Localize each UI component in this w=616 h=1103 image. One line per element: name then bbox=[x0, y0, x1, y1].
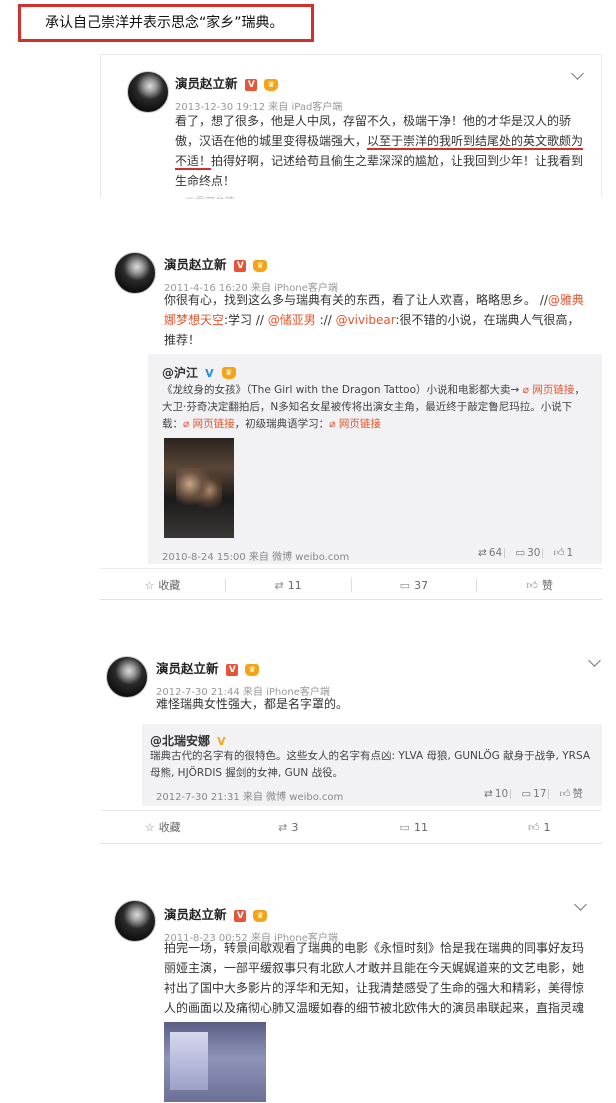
repost-stats: ⇄ 10 ▭ 17 👍︎ 赞 bbox=[484, 788, 583, 800]
web-link[interactable]: ⌀ 网页链接 bbox=[183, 418, 235, 430]
verified-v-icon: V bbox=[234, 259, 247, 272]
repost-author[interactable]: @北瑞安娜 bbox=[150, 734, 210, 748]
avatar[interactable] bbox=[114, 252, 156, 294]
verified-v-icon: V bbox=[234, 909, 247, 922]
movie-poster-image[interactable] bbox=[164, 438, 234, 538]
like-icon: 👍︎ bbox=[528, 820, 540, 834]
author-name[interactable]: 演员赵立新 bbox=[164, 907, 227, 922]
vip-crown-icon: ♛ bbox=[253, 909, 268, 922]
retweet-icon: ⇄ bbox=[274, 578, 284, 592]
web-link[interactable]: ⌀ 网页链接 bbox=[329, 418, 381, 430]
like-icon: 👍︎ bbox=[526, 579, 538, 592]
retweet-button[interactable]: ⇄ 3 bbox=[226, 821, 352, 834]
author-name[interactable]: 演员赵立新 bbox=[156, 661, 219, 676]
retweet-icon: ⇄ bbox=[278, 820, 288, 834]
comment-icon[interactable]: ▭ bbox=[521, 788, 531, 800]
repost-stats: ⇄ 64 ▭ 30 👍︎ 1 bbox=[478, 547, 574, 559]
like-button[interactable]: 👍︎ 1 bbox=[477, 821, 603, 834]
caption-box: 承认自己崇洋并表示思念“家乡”瑞典。 bbox=[18, 4, 314, 42]
repost-card: @北瑞安娜 V 瑞典古代的名字有的很特色。这些女人的名字有点凶: YLVA 母狼… bbox=[142, 724, 602, 806]
favorite-button[interactable]: ☆ 收藏 bbox=[100, 577, 225, 593]
like-icon[interactable]: 👍︎ bbox=[553, 547, 564, 559]
repost-footer: 2010-8-24 15:00 来自 微博 weibo.com bbox=[162, 552, 350, 563]
like-button[interactable]: 👍︎ 赞 bbox=[477, 577, 602, 593]
weibo-post-2: 演员赵立新 V ♛ 2011-4-16 16:20 来自 iPhone客户端 你… bbox=[100, 242, 602, 600]
caption-text: 承认自己崇洋并表示思念“家乡”瑞典。 bbox=[45, 15, 284, 31]
avatar[interactable] bbox=[106, 656, 148, 698]
verified-v-icon: V bbox=[245, 78, 258, 91]
weibo-post-4: 演员赵立新 V ♛ 2011-8-23 00:52 来自 iPhone客户端 拍… bbox=[100, 892, 602, 1103]
comment-icon: ▭ bbox=[399, 578, 411, 592]
avatar[interactable] bbox=[114, 900, 156, 942]
post-text: 难怪瑞典女性强大，都是名字罩的。 bbox=[156, 697, 349, 711]
movie-screenshot-image[interactable] bbox=[164, 1022, 266, 1102]
retweet-icon[interactable]: ⇄ bbox=[478, 547, 487, 559]
retweet-icon[interactable]: ⇄ bbox=[484, 788, 493, 800]
vip-crown-icon: ♛ bbox=[264, 78, 279, 91]
web-link[interactable]: ⌀ 网页链接 bbox=[523, 384, 575, 396]
retweet-button[interactable]: ⇄ 11 bbox=[226, 579, 351, 592]
star-icon: ☆ bbox=[144, 821, 155, 834]
post-text: 拍完一场，转景间歇观看了瑞典的电影《永恒时刻》恰是我在瑞典的同事好友玛丽娅主演，… bbox=[164, 941, 585, 1015]
vip-crown-icon: ♛ bbox=[253, 259, 268, 272]
action-bar: ☆ 收藏 ⇄ 11 ▭ 37 👍︎ 赞 bbox=[100, 568, 602, 601]
vip-crown-icon: ♛ bbox=[245, 663, 260, 676]
avatar[interactable] bbox=[127, 71, 169, 113]
mention-link[interactable]: @储亚男 bbox=[268, 313, 316, 327]
repost-card: @沪江 V ♛ 《龙纹身的女孩》（The Girl with the Drago… bbox=[148, 354, 602, 564]
repost-author[interactable]: @沪江 bbox=[162, 366, 198, 380]
author-name[interactable]: 演员赵立新 bbox=[175, 76, 238, 91]
chevron-down-icon[interactable] bbox=[588, 654, 601, 667]
weibo-post-3: 演员赵立新 V ♛ 2012-7-30 21:44 来自 iPhone客户端 难… bbox=[100, 648, 602, 844]
mention-link[interactable]: @vivibear bbox=[336, 313, 396, 327]
post-text: 看了，想了很多，他是人中凤，存留不久，极端干净！他的才华是汉人的骄傲，汉语在他的… bbox=[175, 114, 584, 188]
author-name[interactable]: 演员赵立新 bbox=[164, 257, 227, 272]
chevron-down-icon[interactable] bbox=[571, 67, 584, 80]
action-bar: ☆ 收藏 ⇄ 3 ▭ 11 👍︎ 1 bbox=[100, 810, 602, 843]
verified-v-icon: V bbox=[226, 663, 239, 676]
repost-footer: 2012-7-30 21:31 来自 微博 weibo.com bbox=[156, 792, 344, 803]
vip-crown-icon: ♛ bbox=[221, 366, 236, 379]
comment-button[interactable]: ▭ 37 bbox=[352, 579, 477, 592]
verified-yellow-icon: V bbox=[217, 735, 226, 748]
comment-button[interactable]: ▭ 11 bbox=[351, 821, 477, 834]
chevron-down-icon[interactable] bbox=[574, 898, 587, 911]
repost-text: 《龙纹身的女孩》（The Girl with the Dragon Tattoo… bbox=[162, 384, 585, 430]
star-icon: ☆ bbox=[144, 579, 155, 592]
like-icon[interactable]: 👍︎ bbox=[559, 788, 570, 800]
favorite-button[interactable]: ☆ 收藏 bbox=[100, 819, 226, 835]
comment-icon: ▭ bbox=[399, 820, 410, 834]
verified-blue-icon: V bbox=[205, 367, 214, 380]
cutoff-text: 一二零四牟盹 bbox=[175, 193, 235, 199]
comment-icon[interactable]: ▭ bbox=[515, 547, 525, 559]
repost-text: 瑞典古代的名字有的很特色。这些女人的名字有点凶: YLVA 母狼, GUNLÖG… bbox=[150, 750, 591, 779]
post-text: 你很有心，找到这么多与瑞典有关的东西，看了让人欢喜，略略思乡。 //@雅典娜梦想… bbox=[164, 293, 584, 347]
weibo-post-1: 演员赵立新 V ♛ 2013-12-30 19:12 来自 iPad客户端 看了… bbox=[100, 54, 602, 199]
